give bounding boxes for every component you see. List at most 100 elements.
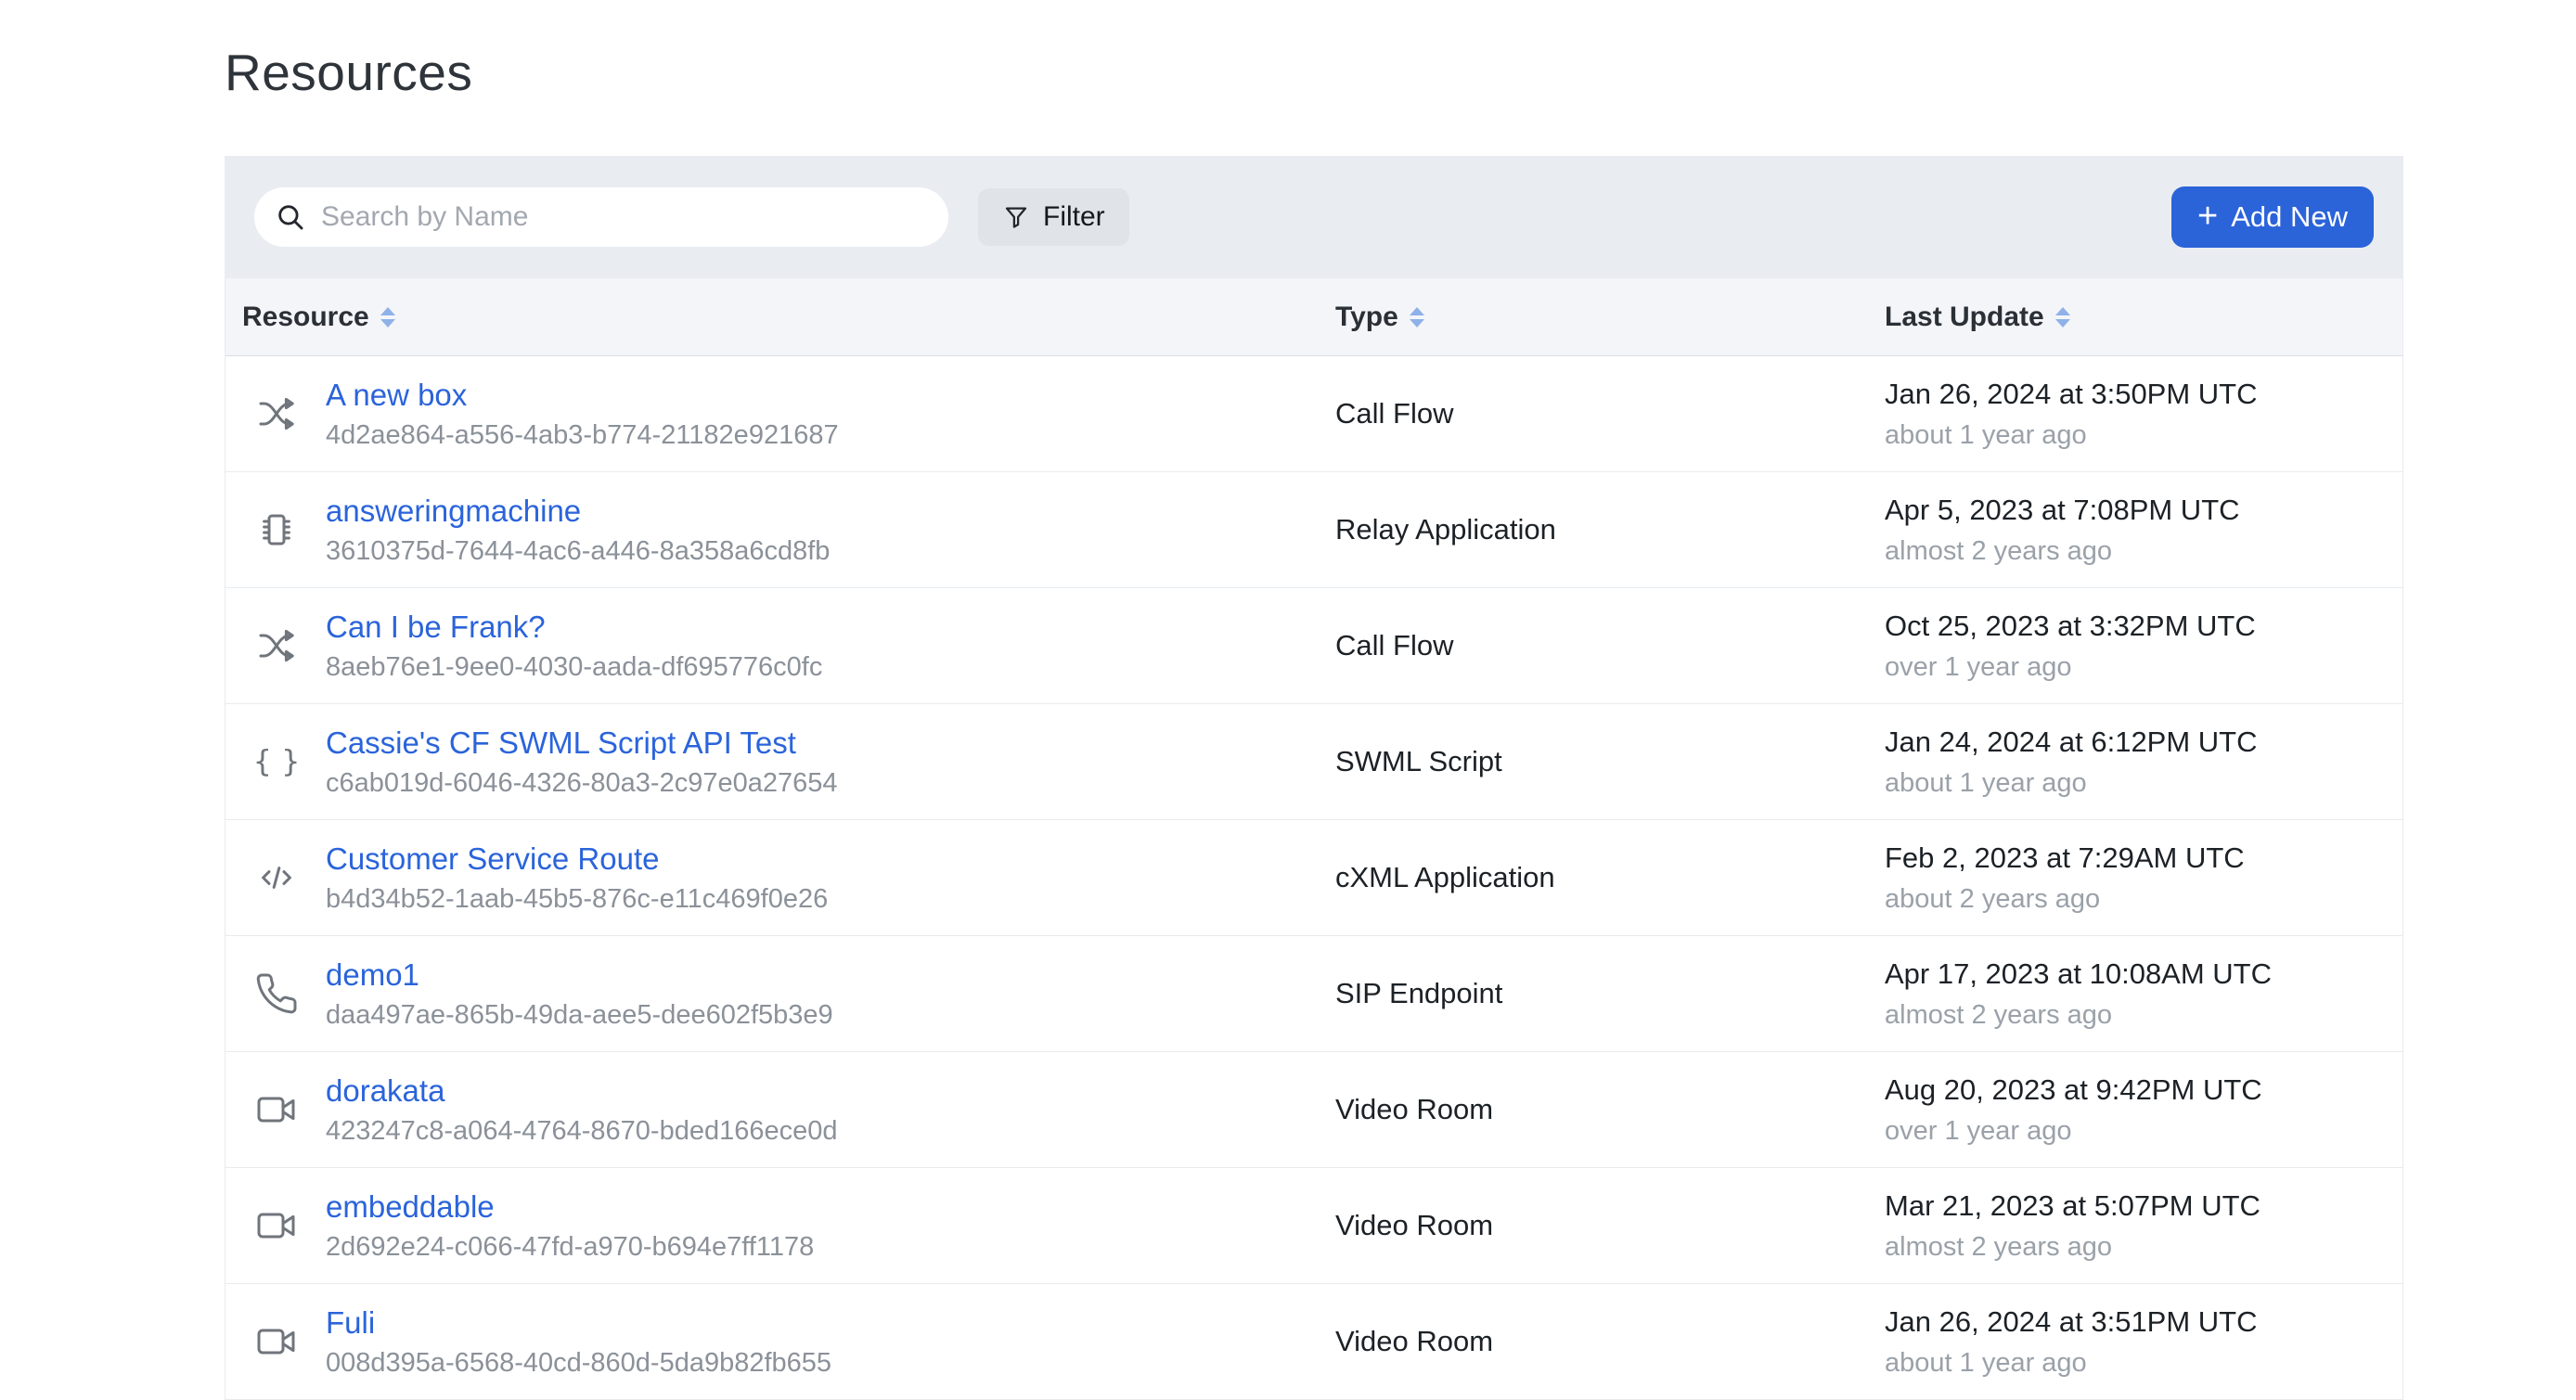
plus-icon: + — [2197, 199, 2218, 234]
shuffle-icon — [253, 391, 300, 437]
video-camera-icon — [253, 1202, 300, 1249]
resource-type: cXML Application — [1335, 861, 1885, 894]
resource-id: 423247c8-a064-4764-8670-bded166ece0d — [326, 1116, 837, 1147]
last-update-relative: about 1 year ago — [1885, 1348, 2402, 1379]
last-update-date: Feb 2, 2023 at 7:29AM UTC — [1885, 841, 2402, 875]
table-row: dorakata 423247c8-a064-4764-8670-bded166… — [225, 1052, 2402, 1168]
column-header-last-update-label: Last Update — [1885, 302, 2044, 333]
last-update-cell: Feb 2, 2023 at 7:29AM UTC about 2 years … — [1885, 841, 2402, 915]
last-update-relative: about 1 year ago — [1885, 768, 2402, 799]
toolbar: Filter + Add New — [225, 156, 2403, 278]
resources-table: Resource Type Last Update A new box 4d2a… — [225, 278, 2403, 1400]
resource-cell: embeddable 2d692e24-c066-47fd-a970-b694e… — [225, 1189, 1335, 1263]
last-update-date: Jan 24, 2024 at 6:12PM UTC — [1885, 726, 2402, 759]
resource-type: Call Flow — [1335, 397, 1885, 430]
last-update-date: Mar 21, 2023 at 5:07PM UTC — [1885, 1189, 2402, 1223]
resource-name-link[interactable]: Cassie's CF SWML Script API Test — [326, 726, 837, 761]
resource-id: 2d692e24-c066-47fd-a970-b694e7ff1178 — [326, 1232, 814, 1263]
braces-icon: { } — [253, 739, 300, 785]
resource-name-link[interactable]: Customer Service Route — [326, 841, 828, 877]
resource-name-link[interactable]: A new box — [326, 378, 839, 413]
column-header-last-update[interactable]: Last Update — [1885, 302, 2402, 333]
resource-name-link[interactable]: embeddable — [326, 1189, 814, 1225]
last-update-date: Oct 25, 2023 at 3:32PM UTC — [1885, 610, 2402, 643]
search-box[interactable] — [254, 187, 948, 247]
last-update-date: Jan 26, 2024 at 3:51PM UTC — [1885, 1305, 2402, 1339]
table-row: { } Cassie's CF SWML Script API Test c6a… — [225, 704, 2402, 820]
resource-cell: Fuli 008d395a-6568-40cd-860d-5da9b82fb65… — [225, 1305, 1335, 1379]
resource-cell: A new box 4d2ae864-a556-4ab3-b774-21182e… — [225, 378, 1335, 451]
table-row: demo1 daa497ae-865b-49da-aee5-dee602f5b3… — [225, 936, 2402, 1052]
chip-icon — [253, 507, 300, 553]
column-header-resource[interactable]: Resource — [225, 302, 1335, 333]
table-row: embeddable 2d692e24-c066-47fd-a970-b694e… — [225, 1168, 2402, 1284]
last-update-cell: Mar 21, 2023 at 5:07PM UTC almost 2 year… — [1885, 1189, 2402, 1263]
resource-id: daa497ae-865b-49da-aee5-dee602f5b3e9 — [326, 1000, 833, 1031]
last-update-relative: over 1 year ago — [1885, 652, 2402, 683]
last-update-date: Apr 17, 2023 at 10:08AM UTC — [1885, 957, 2402, 991]
table-header-row: Resource Type Last Update — [225, 278, 2402, 356]
add-new-button[interactable]: + Add New — [2171, 186, 2374, 248]
last-update-date: Apr 5, 2023 at 7:08PM UTC — [1885, 494, 2402, 527]
table-row: Fuli 008d395a-6568-40cd-860d-5da9b82fb65… — [225, 1284, 2402, 1400]
resources-panel: Filter + Add New Resource Type Last Upda… — [225, 156, 2403, 1400]
table-row: Customer Service Route b4d34b52-1aab-45b… — [225, 820, 2402, 936]
table-body: A new box 4d2ae864-a556-4ab3-b774-21182e… — [225, 356, 2402, 1400]
resource-type: SWML Script — [1335, 745, 1885, 778]
resource-type: Video Room — [1335, 1209, 1885, 1242]
filter-button-label: Filter — [1043, 201, 1105, 233]
svg-text:{ }: { } — [254, 743, 299, 778]
resource-id: c6ab019d-6046-4326-80a3-2c97e0a27654 — [326, 768, 837, 799]
table-row: Can I be Frank? 8aeb76e1-9ee0-4030-aada-… — [225, 588, 2402, 704]
last-update-relative: about 1 year ago — [1885, 420, 2402, 451]
sort-icon[interactable] — [2055, 307, 2070, 328]
table-row: answeringmachine 3610375d-7644-4ac6-a446… — [225, 472, 2402, 588]
resource-id: 008d395a-6568-40cd-860d-5da9b82fb655 — [326, 1348, 831, 1379]
last-update-cell: Jan 26, 2024 at 3:50PM UTC about 1 year … — [1885, 378, 2402, 451]
resource-name-link[interactable]: Can I be Frank? — [326, 610, 822, 645]
last-update-cell: Jan 24, 2024 at 6:12PM UTC about 1 year … — [1885, 726, 2402, 799]
last-update-cell: Aug 20, 2023 at 9:42PM UTC over 1 year a… — [1885, 1073, 2402, 1147]
resource-cell: demo1 daa497ae-865b-49da-aee5-dee602f5b3… — [225, 957, 1335, 1031]
resource-name-link[interactable]: demo1 — [326, 957, 833, 993]
video-camera-icon — [253, 1318, 300, 1365]
resource-name-link[interactable]: answeringmachine — [326, 494, 830, 529]
table-row: A new box 4d2ae864-a556-4ab3-b774-21182e… — [225, 356, 2402, 472]
last-update-cell: Jan 26, 2024 at 3:51PM UTC about 1 year … — [1885, 1305, 2402, 1379]
resource-name-link[interactable]: Fuli — [326, 1305, 831, 1341]
resource-cell: dorakata 423247c8-a064-4764-8670-bded166… — [225, 1073, 1335, 1147]
last-update-date: Jan 26, 2024 at 3:50PM UTC — [1885, 378, 2402, 411]
resource-id: 8aeb76e1-9ee0-4030-aada-df695776c0fc — [326, 652, 822, 683]
resource-cell: Customer Service Route b4d34b52-1aab-45b… — [225, 841, 1335, 915]
column-header-type[interactable]: Type — [1335, 302, 1885, 333]
resource-type: Video Room — [1335, 1093, 1885, 1126]
code-icon — [253, 854, 300, 901]
resource-cell: answeringmachine 3610375d-7644-4ac6-a446… — [225, 494, 1335, 567]
resource-id: 3610375d-7644-4ac6-a446-8a358a6cd8fb — [326, 536, 830, 567]
resource-type: SIP Endpoint — [1335, 977, 1885, 1010]
sort-icon[interactable] — [380, 307, 395, 328]
sort-icon[interactable] — [1410, 307, 1424, 328]
resource-name-link[interactable]: dorakata — [326, 1073, 837, 1109]
filter-funnel-icon — [1002, 203, 1030, 231]
last-update-relative: over 1 year ago — [1885, 1116, 2402, 1147]
column-header-resource-label: Resource — [242, 302, 369, 333]
video-camera-icon — [253, 1086, 300, 1133]
last-update-date: Aug 20, 2023 at 9:42PM UTC — [1885, 1073, 2402, 1107]
filter-button[interactable]: Filter — [978, 188, 1129, 246]
last-update-cell: Apr 17, 2023 at 10:08AM UTC almost 2 yea… — [1885, 957, 2402, 1031]
resource-cell: Can I be Frank? 8aeb76e1-9ee0-4030-aada-… — [225, 610, 1335, 683]
last-update-relative: almost 2 years ago — [1885, 1232, 2402, 1263]
search-input[interactable] — [321, 201, 928, 233]
resource-type: Call Flow — [1335, 629, 1885, 662]
page-title: Resources — [225, 43, 472, 102]
resource-id: b4d34b52-1aab-45b5-876c-e11c469f0e26 — [326, 884, 828, 915]
last-update-relative: almost 2 years ago — [1885, 1000, 2402, 1031]
last-update-relative: about 2 years ago — [1885, 884, 2402, 915]
last-update-cell: Apr 5, 2023 at 7:08PM UTC almost 2 years… — [1885, 494, 2402, 567]
resource-type: Video Room — [1335, 1325, 1885, 1358]
column-header-type-label: Type — [1335, 302, 1398, 333]
resource-id: 4d2ae864-a556-4ab3-b774-21182e921687 — [326, 420, 839, 451]
add-new-button-label: Add New — [2231, 200, 2348, 234]
last-update-cell: Oct 25, 2023 at 3:32PM UTC over 1 year a… — [1885, 610, 2402, 683]
